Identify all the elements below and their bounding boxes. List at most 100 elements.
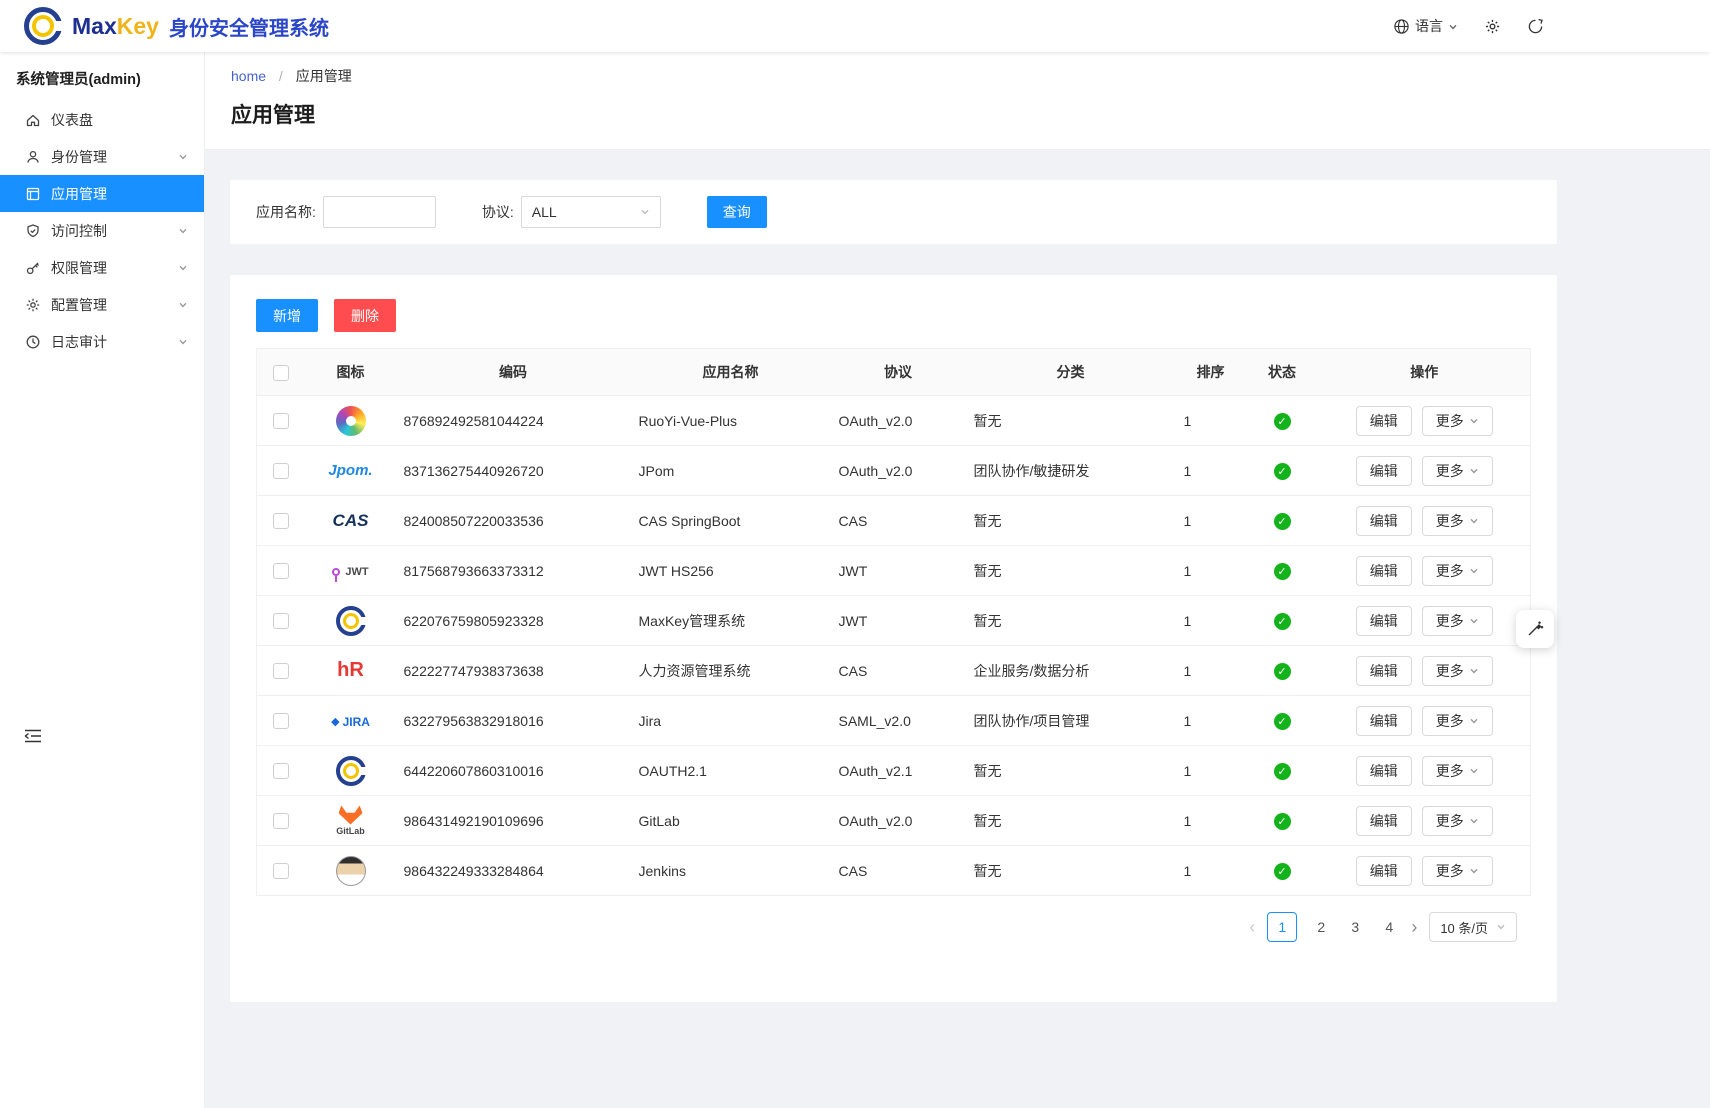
page-header: home / 应用管理 应用管理 <box>205 52 1710 150</box>
edit-button[interactable]: 编辑 <box>1356 656 1412 686</box>
menu-collapse-button[interactable] <box>24 728 42 749</box>
edit-button[interactable]: 编辑 <box>1356 456 1412 486</box>
app-name: 人力资源管理系统 <box>631 646 831 696</box>
row-checkbox[interactable] <box>273 563 289 579</box>
sidebar-item-access[interactable]: 访问控制 <box>0 212 204 249</box>
app-code: 622227747938373638 <box>396 646 631 696</box>
row-checkbox[interactable] <box>273 813 289 829</box>
ruoyi-icon <box>336 406 366 436</box>
sidebar-item-identity[interactable]: 身份管理 <box>0 138 204 175</box>
status-ok-icon: ✓ <box>1274 463 1291 480</box>
sidebar-item-label: 配置管理 <box>51 295 107 315</box>
jwt-icon: JWT <box>332 566 368 578</box>
sidebar-item-apps[interactable]: 应用管理 <box>0 175 204 212</box>
more-button[interactable]: 更多 <box>1422 506 1493 536</box>
app-protocol: CAS <box>831 646 966 696</box>
app-code: 876892492581044224 <box>396 396 631 446</box>
search-button[interactable]: 查询 <box>707 196 767 228</box>
table-row: JWT817568793663373312JWT HS256JWT暂无1✓编辑更… <box>257 546 1531 596</box>
page-button-2[interactable]: 2 <box>1311 919 1331 935</box>
settings-gear-icon[interactable] <box>1484 18 1501 35</box>
delete-button[interactable]: 删除 <box>334 299 396 332</box>
sidebar-item-label: 仪表盘 <box>51 110 93 130</box>
edit-button[interactable]: 编辑 <box>1356 406 1412 436</box>
sidebar-item-audit[interactable]: 日志审计 <box>0 323 204 360</box>
more-button[interactable]: 更多 <box>1422 856 1493 886</box>
row-checkbox[interactable] <box>273 613 289 629</box>
edit-button[interactable]: 编辑 <box>1356 506 1412 536</box>
logout-icon[interactable] <box>1527 18 1544 35</box>
app-name: OAUTH2.1 <box>631 746 831 796</box>
column-header: 分类 <box>966 349 1176 396</box>
next-page-button[interactable]: › <box>1411 918 1417 936</box>
row-checkbox[interactable] <box>273 663 289 679</box>
edit-button[interactable]: 编辑 <box>1356 606 1412 636</box>
app-category: 企业服务/数据分析 <box>966 646 1176 696</box>
edit-button[interactable]: 编辑 <box>1356 706 1412 736</box>
row-checkbox[interactable] <box>273 763 289 779</box>
more-button[interactable]: 更多 <box>1422 806 1493 836</box>
protocol-label: 协议: <box>482 202 514 222</box>
page-button-1[interactable]: 1 <box>1267 912 1297 942</box>
header-actions: 语言 <box>1393 16 1544 36</box>
status-ok-icon: ✓ <box>1274 563 1291 580</box>
chevron-down-icon <box>640 207 650 217</box>
page-button-4[interactable]: 4 <box>1379 919 1399 935</box>
language-selector[interactable]: 语言 <box>1393 16 1458 36</box>
edit-button[interactable]: 编辑 <box>1356 756 1412 786</box>
app-sort: 1 <box>1176 696 1246 746</box>
app-category: 暂无 <box>966 396 1176 446</box>
more-button[interactable]: 更多 <box>1422 556 1493 586</box>
app-title: 身份安全管理系统 <box>169 12 329 41</box>
select-all-checkbox[interactable] <box>273 365 289 381</box>
app-sort: 1 <box>1176 796 1246 846</box>
edit-button[interactable]: 编辑 <box>1356 806 1412 836</box>
more-button[interactable]: 更多 <box>1422 406 1493 436</box>
edit-button[interactable]: 编辑 <box>1356 856 1412 886</box>
more-button[interactable]: 更多 <box>1422 656 1493 686</box>
app-header: Max Key 身份安全管理系统 语言 <box>0 0 1710 52</box>
more-button[interactable]: 更多 <box>1422 706 1493 736</box>
app-protocol: OAuth_v2.0 <box>831 396 966 446</box>
app-protocol: CAS <box>831 846 966 896</box>
edit-button[interactable]: 编辑 <box>1356 556 1412 586</box>
row-checkbox[interactable] <box>273 413 289 429</box>
row-checkbox[interactable] <box>273 463 289 479</box>
app-code: 837136275440926720 <box>396 446 631 496</box>
table-row: Jpom.837136275440926720JPomOAuth_v2.0团队协… <box>257 446 1531 496</box>
app-sort: 1 <box>1176 596 1246 646</box>
sidebar-item-config[interactable]: 配置管理 <box>0 286 204 323</box>
chevron-down-icon <box>178 300 188 310</box>
jpom-icon: Jpom. <box>328 462 372 479</box>
maxkey-icon <box>336 756 366 786</box>
page-numbers: 1234 <box>1267 912 1399 942</box>
app-category: 暂无 <box>966 596 1176 646</box>
protocol-select[interactable]: ALL <box>521 196 661 228</box>
app-name-input[interactable] <box>323 196 436 228</box>
jenkins-icon <box>336 856 366 886</box>
app-name-label: 应用名称: <box>256 202 316 222</box>
status-ok-icon: ✓ <box>1274 813 1291 830</box>
row-checkbox[interactable] <box>273 713 289 729</box>
apps-icon <box>25 186 41 202</box>
page-size-select[interactable]: 10 条/页 <box>1429 912 1517 942</box>
table-row: 876892492581044224RuoYi-Vue-PlusOAuth_v2… <box>257 396 1531 446</box>
column-header: 编码 <box>396 349 631 396</box>
page-button-3[interactable]: 3 <box>1345 919 1365 935</box>
app-name: Jenkins <box>631 846 831 896</box>
theme-settings-button[interactable] <box>1516 610 1554 648</box>
more-button[interactable]: 更多 <box>1422 456 1493 486</box>
more-button[interactable]: 更多 <box>1422 756 1493 786</box>
breadcrumb-home-link[interactable]: home <box>231 68 266 84</box>
add-button[interactable]: 新增 <box>256 299 318 332</box>
sidebar-item-dashboard[interactable]: 仪表盘 <box>0 101 204 138</box>
more-button[interactable]: 更多 <box>1422 606 1493 636</box>
app-code: 986431492190109696 <box>396 796 631 846</box>
app-sort: 1 <box>1176 846 1246 896</box>
row-checkbox[interactable] <box>273 863 289 879</box>
row-checkbox[interactable] <box>273 513 289 529</box>
prev-page-button[interactable]: ‹ <box>1249 918 1255 936</box>
app-protocol: OAuth_v2.1 <box>831 746 966 796</box>
sidebar-item-permission[interactable]: 权限管理 <box>0 249 204 286</box>
content-area: 应用名称: 协议: ALL 查询 新增 删除 图标编码应用名称协议分类排序状态操… <box>205 150 1710 1002</box>
